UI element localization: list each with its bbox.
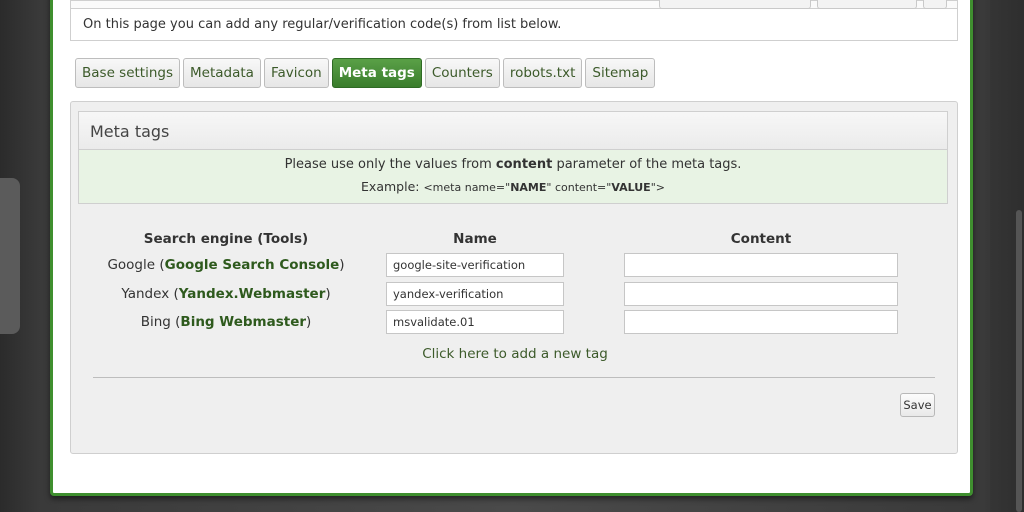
tool-link-google-search-console[interactable]: Google Search Console xyxy=(165,257,340,273)
tab-counters[interactable]: Counters xyxy=(424,58,500,88)
tool-link-yandex-webmaster[interactable]: Yandex.Webmaster xyxy=(179,286,326,302)
hidden-control xyxy=(659,0,811,9)
example-code-part: " content=" xyxy=(546,181,612,194)
note-text-end: parameter of the meta tags. xyxy=(552,157,742,172)
engine-name: Bing xyxy=(140,314,171,330)
note-text-bold: content xyxy=(495,157,553,172)
side-panel-handle[interactable] xyxy=(0,178,20,334)
meta-tags-section: Meta tags Please use only the values fro… xyxy=(70,101,958,454)
settings-panel: On this page you can add any regular/ver… xyxy=(50,0,973,496)
name-input-google[interactable] xyxy=(386,253,564,277)
example-code: <meta name="NAME" content="VALUE"> xyxy=(423,181,665,194)
example-value: VALUE xyxy=(611,181,651,194)
engine-label-google: Google (Google Search Console) xyxy=(107,257,345,273)
example-name: NAME xyxy=(510,181,547,194)
divider xyxy=(93,377,935,378)
column-header-content: Content xyxy=(730,231,792,247)
name-input-yandex[interactable] xyxy=(386,282,564,306)
tool-link-bing-webmaster[interactable]: Bing Webmaster xyxy=(180,314,306,330)
example-label: Example: xyxy=(361,179,420,194)
add-new-tag-link[interactable]: Click here to add a new tag xyxy=(71,346,959,362)
hidden-control xyxy=(923,0,947,9)
note-text-start: Please use only the values from xyxy=(284,157,496,172)
example-text: Example: <meta name="NAME" content="VALU… xyxy=(79,179,947,194)
name-input-bing[interactable] xyxy=(386,310,564,334)
info-box: On this page you can add any regular/ver… xyxy=(70,0,958,41)
meta-tags-note: Please use only the values from content … xyxy=(78,149,948,204)
column-header-engine: Search engine (Tools) xyxy=(143,231,309,247)
save-button[interactable]: Save xyxy=(900,393,935,417)
note-text: Please use only the values from content … xyxy=(79,157,947,172)
column-header-name: Name xyxy=(453,231,497,247)
settings-tabs: Base settings Metadata Favicon Meta tags… xyxy=(75,58,656,88)
tab-meta-tags[interactable]: Meta tags xyxy=(331,58,422,88)
engine-name: Google xyxy=(107,257,156,273)
content-input-yandex[interactable] xyxy=(624,282,898,306)
tab-base-settings[interactable]: Base settings xyxy=(75,58,180,88)
content-input-google[interactable] xyxy=(624,253,898,277)
engine-label-yandex: Yandex (Yandex.Webmaster) xyxy=(121,286,331,302)
engine-name: Yandex xyxy=(121,286,170,302)
hidden-control xyxy=(817,0,917,9)
example-code-part: "> xyxy=(650,181,665,194)
tab-metadata[interactable]: Metadata xyxy=(183,58,261,88)
engine-label-bing: Bing (Bing Webmaster) xyxy=(140,314,312,330)
info-text: On this page you can add any regular/ver… xyxy=(83,17,562,32)
example-code-part: <meta name=" xyxy=(423,181,511,194)
tab-sitemap[interactable]: Sitemap xyxy=(585,58,656,88)
tab-favicon[interactable]: Favicon xyxy=(263,58,329,88)
content-input-bing[interactable] xyxy=(624,310,898,334)
scrollbar-track[interactable] xyxy=(990,0,1024,512)
scrollbar-thumb[interactable] xyxy=(1016,210,1022,512)
section-title: Meta tags xyxy=(78,111,948,149)
tab-robots-txt[interactable]: robots.txt xyxy=(502,58,583,88)
